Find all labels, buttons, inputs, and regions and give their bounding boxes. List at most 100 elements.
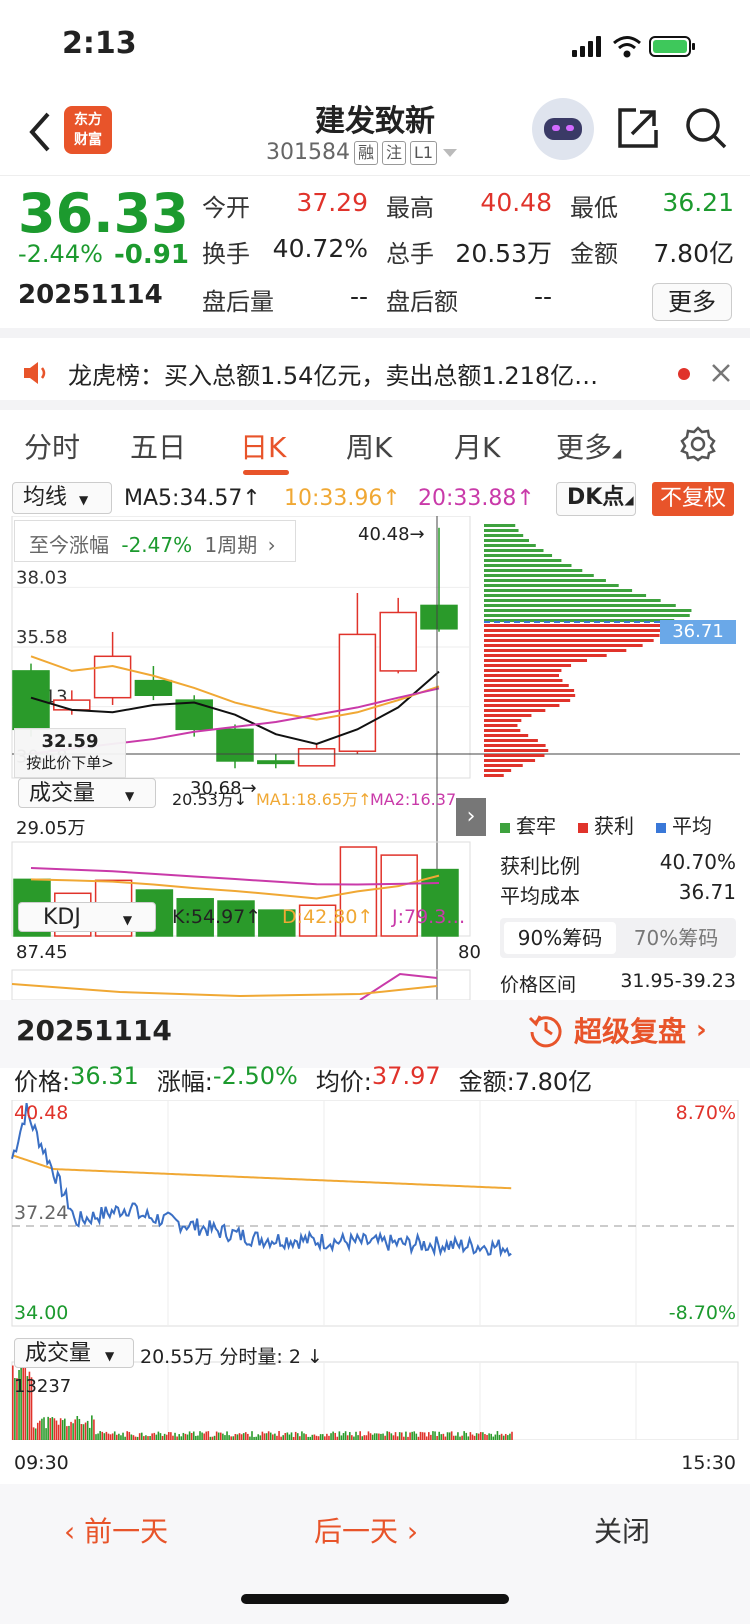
intraday-volume-select[interactable]: 成交量 ▼ (14, 1338, 134, 1368)
gear-icon[interactable] (680, 426, 716, 462)
intraday-vol-bar (130, 1434, 133, 1440)
intraday-start-time: 09:30 (14, 1452, 69, 1474)
prev-day-button[interactable]: ‹ 前一天 (64, 1510, 168, 1550)
intraday-vol-bar (436, 1435, 438, 1440)
tab-more[interactable]: 更多◢ (556, 426, 621, 466)
chevron-down-icon[interactable] (441, 147, 459, 159)
tab-monthly-k[interactable]: 月K (454, 426, 500, 466)
kdj-k: K:54.97↑ (172, 906, 262, 928)
chip-bar (484, 589, 633, 592)
intraday-vol-bar (340, 1435, 343, 1440)
intraday-chart[interactable] (0, 1100, 750, 1440)
turnover-label: 换手 (202, 240, 250, 268)
chip-bar (484, 704, 560, 707)
next-day-button[interactable]: 后一天 › (314, 1510, 418, 1550)
news-ticker[interactable]: 龙虎榜：买入总额1.54亿元，卖出总额1.218亿… (0, 338, 750, 410)
intraday-vol-bar (153, 1432, 156, 1440)
close-icon[interactable] (710, 362, 732, 384)
intraday-vol-bar (509, 1433, 511, 1440)
review-panel: 20251114 超级复盘 › 价格: 36.31 涨幅: -2.50% 均价: 37… (0, 1000, 750, 1474)
period-change-box: 至今涨幅 -2.47% 1周期 › (14, 520, 296, 562)
intraday-vol-bar (457, 1432, 459, 1440)
intraday-vol-bar (159, 1433, 162, 1440)
review-price: 36.31 (70, 1062, 139, 1090)
chip-bar (484, 599, 661, 602)
intraday-vol-bar (455, 1435, 457, 1440)
review-chg-label: 涨幅: (156, 1068, 213, 1096)
intraday-vol-bar (384, 1435, 386, 1440)
kdj-d: D:42.80↑ (282, 906, 374, 928)
intraday-vol-bar (463, 1431, 465, 1440)
intraday-vol-bar (74, 1419, 76, 1440)
intraday-vol-bar (430, 1434, 432, 1440)
intraday-vol-bar (482, 1432, 484, 1440)
intraday-vol-bar (494, 1434, 497, 1440)
tab-daily-k[interactable]: 日K (240, 426, 286, 466)
intraday-vol-bar (259, 1435, 262, 1440)
kdj-select[interactable]: KDJ ▼ (18, 902, 156, 932)
intraday-vol-bar (170, 1432, 172, 1440)
chip90-button[interactable]: 90%筹码 (504, 922, 616, 954)
intraday-vol-bar (201, 1432, 203, 1440)
stock-subtitle: 301584 融 注 L1 (266, 140, 459, 165)
volume-select[interactable]: 成交量 ▼ (18, 778, 156, 808)
close-button[interactable]: 关闭 (594, 1510, 650, 1550)
intraday-vol-bar (136, 1436, 139, 1440)
intraday-top-right: 8.70% (675, 1102, 736, 1124)
quote-panel: 36.33 -2.44% -0.91 20251114 今开 37.29 最高 … (0, 176, 750, 338)
intraday-vol-bar (86, 1420, 89, 1440)
share-icon[interactable] (616, 106, 660, 150)
ma-select[interactable]: 均线 ▼ (12, 482, 112, 514)
history-icon (528, 1015, 562, 1048)
intraday-vol-bar (238, 1433, 241, 1440)
intraday-vol-bar (417, 1436, 420, 1440)
super-review-label: 超级复盘 (574, 1015, 687, 1048)
candle-body (420, 604, 458, 630)
intraday-vol-bar (480, 1432, 482, 1440)
crosshair-order-box[interactable]: 32.59 按此价下单> (14, 728, 126, 778)
chip-bar (484, 709, 546, 712)
chip-bar (484, 539, 529, 542)
chip-segment: 90%筹码 70%筹码 (500, 918, 736, 958)
ma10-value: 10:33.96↑ (284, 486, 401, 511)
chip-bar (484, 729, 521, 732)
kdj-right: 80 (458, 942, 481, 963)
tab-weekly-k[interactable]: 周K (346, 426, 392, 466)
super-review-link[interactable]: 超级复盘 › (528, 1010, 707, 1050)
kdj-top: 87.45 (16, 942, 68, 963)
chip-legend: 套牢 获利 平均 (500, 810, 712, 839)
intraday-vol-bar (116, 1434, 118, 1440)
tab-five-day[interactable]: 五日 (130, 426, 186, 466)
intraday-vol-bar (309, 1436, 312, 1440)
chip-bar (484, 734, 529, 737)
intraday-vol-bar (84, 1422, 87, 1440)
period-value: -2.47% (121, 533, 193, 557)
intraday-vol-bar (128, 1431, 131, 1440)
avg-cost-value: 36.71 (678, 880, 736, 904)
dk-select[interactable]: DK点◢ (556, 482, 636, 516)
intraday-vol-bar (421, 1432, 424, 1440)
search-icon[interactable] (684, 106, 728, 150)
review-date: 20251114 (16, 1014, 172, 1047)
intraday-vol-bar (452, 1435, 455, 1440)
change-value: -0.91 (114, 240, 189, 270)
volume-label: 总手 (386, 240, 434, 268)
legend-avg: 平均 (656, 810, 712, 839)
news-text: 龙虎榜：买入总额1.54亿元，卖出总额1.218亿… (68, 362, 599, 390)
more-button[interactable]: 更多 (652, 283, 732, 321)
intraday-vol-bar (228, 1435, 230, 1440)
intraday-vol-bar (467, 1436, 470, 1440)
tab-intraday[interactable]: 分时 (24, 426, 80, 466)
intraday-vol-bar (55, 1420, 58, 1440)
panel-toggle[interactable]: › (456, 798, 486, 836)
chip70-button[interactable]: 70%筹码 (620, 922, 732, 954)
intraday-vol-bar (334, 1432, 336, 1440)
intraday-vol-bar (178, 1434, 180, 1440)
chip-bar (484, 564, 572, 567)
review-price-label: 价格: (14, 1068, 71, 1096)
adjust-button[interactable]: 不复权 (652, 482, 734, 516)
intraday-vol-bar (484, 1434, 486, 1440)
caret-icon: ▼ (122, 913, 133, 927)
chip-bar (484, 669, 562, 672)
assistant-avatar[interactable] (532, 98, 594, 160)
